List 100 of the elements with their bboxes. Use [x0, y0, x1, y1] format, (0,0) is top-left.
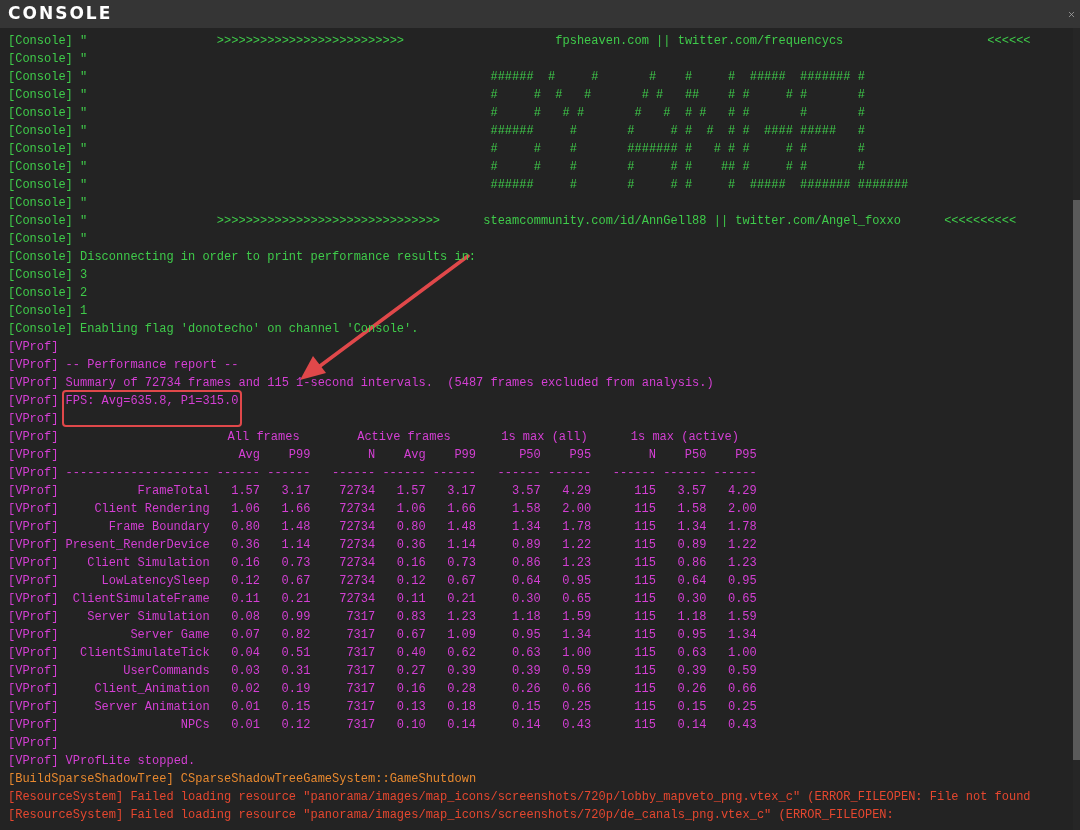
table-cell-text: 7317 [345, 663, 376, 680]
table-cell-text: 1.57 [230, 483, 260, 500]
log-source-tag: [Console] [8, 176, 73, 194]
table-cell-text: 0.59 [726, 663, 757, 680]
table-cell-text: ------ [216, 465, 260, 482]
table-cell-text: 115 [633, 699, 656, 716]
table-cell-text: 0.36 [395, 537, 426, 554]
table-cell-text: 0.16 [230, 555, 260, 572]
log-source-tag: [VProf] [8, 482, 59, 500]
row-label: Client Rendering [93, 501, 210, 518]
table-cell-text: 7317 [345, 627, 376, 644]
log-source-tag: [Console] [8, 302, 73, 320]
table-cell-text: 0.12 [230, 573, 260, 590]
table-cell-text: 0.26 [676, 681, 707, 698]
log-source-tag: [Console] [8, 68, 73, 86]
log-message: VProfLite stopped. [65, 754, 196, 768]
table-cell-text: 0.95 [676, 627, 707, 644]
log-message: 3 [80, 268, 88, 282]
table-cell-text: ------ [713, 465, 757, 482]
log-source-tag: [Console] [8, 212, 73, 230]
row-label: ClientSimulateFrame [71, 591, 210, 608]
table-cell-text: 115 [633, 609, 656, 626]
log-message: FPS: Avg=635.8, P1=315.0 [65, 394, 239, 408]
table-cell-text: 1.66 [280, 501, 311, 518]
row-label: ClientSimulateTick [79, 645, 210, 662]
table-cell-text: 1.00 [726, 645, 757, 662]
table-cell-text: 3.17 [446, 483, 476, 500]
row-label: NPCs [179, 717, 210, 734]
table-cell-text: 115 [633, 519, 656, 536]
table-cell-text: 1.23 [561, 555, 592, 572]
table-cell-text: 1.22 [561, 537, 592, 554]
table-cell-text: 72734 [338, 537, 376, 554]
table-cell-text: 0.43 [561, 717, 592, 734]
table-cell-text: 0.62 [446, 645, 476, 662]
table-cell-text: 0.86 [676, 555, 707, 572]
table-cell-text: 1.23 [446, 609, 476, 626]
table-cell-text: 0.39 [510, 663, 541, 680]
column-header: P99 [287, 447, 311, 464]
table-cell-text: 0.13 [395, 699, 426, 716]
table-cell-text: 0.73 [446, 555, 476, 572]
table-cell-text: 0.03 [230, 663, 260, 680]
table-cell-text: ------ [497, 465, 541, 482]
table-cell-text: 1.48 [280, 519, 311, 536]
log-source-tag: [ResourceSystem] [8, 806, 124, 824]
log-message: 1 [80, 304, 88, 318]
scrollbar-thumb[interactable] [1073, 200, 1080, 760]
table-cell-text: 1.06 [395, 501, 426, 518]
log-message: " [80, 232, 88, 246]
table-cell-text: 0.66 [561, 681, 592, 698]
table-cell-text: 1.22 [726, 537, 757, 554]
table-cell-text: 0.21 [280, 591, 311, 608]
table-cell-text: 1.34 [676, 519, 707, 536]
row-label: FrameTotal [136, 483, 210, 500]
column-header: P95 [734, 447, 757, 464]
log-source-tag: [ResourceSystem] [8, 788, 124, 806]
table-cell-text: 0.31 [280, 663, 311, 680]
close-icon [1066, 9, 1076, 19]
log-source-tag: [VProf] [8, 338, 59, 356]
table-cell-text: 1.34 [510, 519, 541, 536]
table-cell-text: 0.73 [280, 555, 311, 572]
table-cell-text: 0.16 [395, 681, 426, 698]
column-header: P50 [683, 447, 707, 464]
column-group-header: Active frames [356, 429, 452, 446]
log-source-tag: [Console] [8, 32, 73, 50]
table-cell-text: 72734 [338, 555, 376, 572]
row-label: Server Animation [93, 699, 210, 716]
table-cell-text: 115 [633, 591, 656, 608]
table-cell-text: 115 [633, 537, 656, 554]
table-cell-text: ------ [663, 465, 707, 482]
table-cell-text: 3.57 [510, 483, 541, 500]
table-cell-text: 4.29 [561, 483, 592, 500]
log-source-tag: [VProf] [8, 410, 59, 428]
table-cell-text: 0.10 [395, 717, 426, 734]
table-cell-text: 0.67 [280, 573, 311, 590]
table-cell-text: 7317 [345, 717, 376, 734]
table-cell-text: 0.07 [230, 627, 260, 644]
column-header: P95 [568, 447, 592, 464]
table-cell-text: 0.39 [676, 663, 707, 680]
table-cell-text: 115 [633, 483, 656, 500]
table-cell-text: 1.06 [230, 501, 260, 518]
table-cell-text: 0.64 [676, 573, 707, 590]
column-header: P99 [453, 447, 476, 464]
table-cell-text: 0.64 [510, 573, 541, 590]
log-message: " # # # ####### # # # # # # # [80, 142, 865, 156]
table-cell-text: 3.57 [676, 483, 707, 500]
table-cell-text: 1.18 [676, 609, 707, 626]
log-message: -- Performance report -- [65, 358, 239, 372]
table-cell-text: 1.57 [395, 483, 426, 500]
log-source-tag: [VProf] [8, 464, 59, 482]
table-cell-text: 2.00 [726, 501, 757, 518]
log-source-tag: [Console] [8, 284, 73, 302]
table-cell-text: 0.15 [280, 699, 311, 716]
table-cell-text: 0.12 [280, 717, 311, 734]
log-message: 2 [80, 286, 88, 300]
log-source-tag: [Console] [8, 230, 73, 248]
table-cell-text: 0.27 [395, 663, 426, 680]
table-cell-text: 0.66 [726, 681, 757, 698]
table-cell-text: 0.01 [230, 717, 260, 734]
table-cell-text: 2.00 [561, 501, 592, 518]
table-cell-text: 1.14 [446, 537, 476, 554]
